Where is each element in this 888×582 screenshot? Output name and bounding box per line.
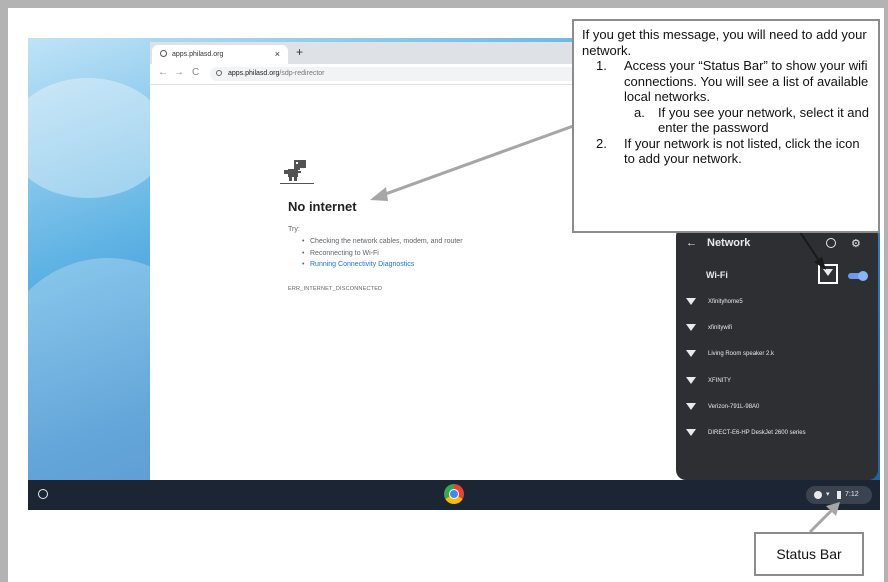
- reload-button[interactable]: C: [192, 67, 199, 78]
- wifi-signal-icon: [686, 324, 696, 332]
- network-item[interactable]: DIRECT-E6-HP DeskJet 2600 series: [686, 427, 806, 453]
- network-name: Living Room speaker 2.k: [708, 351, 775, 358]
- network-panel: ← Network ⚙ Wi-Fi Xfinityhome5 xfinitywif…: [676, 226, 878, 480]
- network-name: DIRECT-E6-HP DeskJet 2600 series: [708, 429, 806, 436]
- wifi-add-icon: [823, 269, 833, 276]
- callout-steps: 1. Access your “Status Bar” to show your …: [582, 58, 870, 167]
- network-item[interactable]: Verizon-791L-98A0: [686, 401, 806, 427]
- step-text: Access your “Status Bar” to show your wi…: [624, 58, 869, 104]
- battery-icon: [837, 491, 841, 499]
- suggestion-item: Reconnecting to Wi-Fi: [300, 250, 463, 262]
- status-bar-label: Status Bar: [754, 532, 864, 576]
- status-tray[interactable]: ▾ 7:12: [806, 486, 872, 504]
- connectivity-diagnostics-link[interactable]: Running Connectivity Diagnostics: [300, 261, 463, 273]
- launcher-icon[interactable]: [38, 489, 48, 499]
- suggestion-item: Checking the network cables, modem, and …: [300, 238, 463, 250]
- network-item[interactable]: xfinitywifi: [686, 322, 806, 348]
- network-list: Xfinityhome5 xfinitywifi Living Room spe…: [686, 296, 806, 453]
- add-wifi-network-button[interactable]: [818, 264, 838, 284]
- step-number: 1.: [596, 58, 607, 73]
- notification-icon: [814, 491, 822, 499]
- try-label: Try:: [288, 226, 300, 233]
- gear-icon[interactable]: ⚙: [851, 237, 861, 250]
- wifi-signal-icon: [686, 402, 696, 410]
- wifi-signal-icon: [686, 350, 696, 358]
- globe-icon: [160, 50, 167, 57]
- forward-button[interactable]: →: [174, 67, 184, 78]
- suggestion-list: Checking the network cables, modem, and …: [300, 238, 463, 273]
- network-name: xfinitywifi: [708, 325, 733, 332]
- tab-close-button[interactable]: ×: [275, 45, 280, 64]
- address-host: apps.philasd.org: [228, 70, 280, 77]
- tab-title: apps.philasd.org: [172, 51, 224, 58]
- browser-tab[interactable]: apps.philasd.org ×: [152, 45, 288, 64]
- network-name: XFINITY: [708, 377, 732, 384]
- chrome-icon[interactable]: [444, 484, 464, 504]
- network-item[interactable]: Xfinityhome5: [686, 296, 806, 322]
- info-icon: [216, 70, 222, 76]
- wifi-icon: ▾: [826, 491, 830, 498]
- network-header: ← Network: [686, 237, 750, 249]
- shelf: ▾ 7:12: [28, 480, 880, 510]
- network-title: Network: [707, 237, 751, 249]
- network-name: Xfinityhome5: [708, 299, 743, 305]
- callout-intro: If you get this message, you will need t…: [582, 27, 867, 58]
- callout-step: 2. If your network is not listed, click t…: [582, 136, 870, 167]
- info-icon[interactable]: [826, 238, 836, 248]
- callout-step: 1. Access your “Status Bar” to show your …: [582, 58, 870, 105]
- step-number: a.: [634, 104, 645, 120]
- network-name: Verizon-791L-98A0: [708, 403, 760, 410]
- wallpaper-wave: [28, 78, 168, 198]
- wifi-toggle[interactable]: [848, 270, 868, 281]
- wifi-label: Wi-Fi: [706, 270, 728, 280]
- network-item[interactable]: Living Room speaker 2.k: [686, 348, 806, 374]
- error-code: ERR_INTERNET_DISCONNECTED: [288, 286, 383, 292]
- wifi-signal-icon: [686, 428, 696, 436]
- callout-substep: a. If you see your network, select it and…: [582, 105, 870, 136]
- step-number: 2.: [596, 135, 607, 151]
- back-button[interactable]: ←: [158, 67, 168, 78]
- dinosaur-icon: [280, 160, 314, 184]
- clock: 7:12: [845, 491, 859, 498]
- new-tab-button[interactable]: +: [296, 45, 303, 59]
- wifi-signal-icon: [686, 376, 696, 384]
- back-arrow-button[interactable]: ←: [686, 237, 697, 249]
- wifi-signal-icon: [686, 298, 696, 305]
- step-text: If your network is not listed, click the…: [624, 135, 860, 167]
- step-text: If you see your network, select it and e…: [658, 104, 869, 136]
- address-path: /sdp-redirector: [279, 70, 325, 77]
- network-item[interactable]: XFINITY: [686, 375, 806, 401]
- error-title: No internet: [288, 199, 357, 214]
- instruction-callout: If you get this message, you will need t…: [572, 19, 880, 233]
